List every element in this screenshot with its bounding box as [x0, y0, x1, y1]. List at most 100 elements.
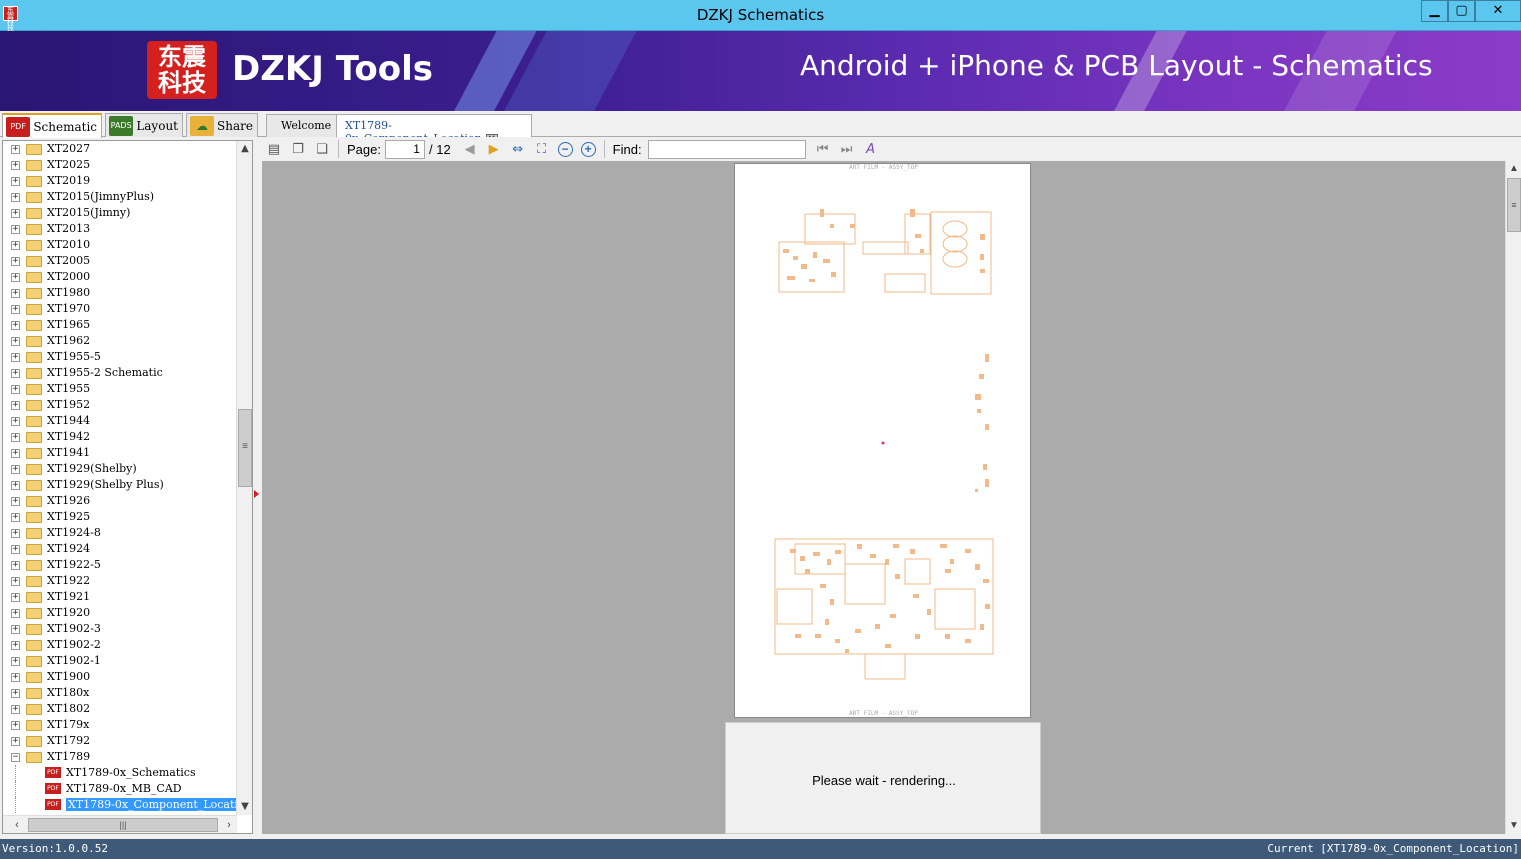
expand-icon[interactable]: +	[11, 241, 20, 250]
tree-folder-item[interactable]: + XT1955	[3, 381, 237, 397]
expand-icon[interactable]: +	[11, 449, 20, 458]
scroll-down-icon[interactable]: ▼	[1506, 818, 1521, 834]
tree-folder-item[interactable]: + XT1920	[3, 605, 237, 621]
expand-icon[interactable]: +	[11, 145, 20, 154]
expand-icon[interactable]: +	[11, 257, 20, 266]
minimize-button[interactable]: ▁	[1421, 0, 1448, 22]
find-next-icon[interactable]: ⏭	[838, 140, 856, 158]
tab-layout[interactable]: PADS Layout	[105, 113, 183, 137]
scroll-right-icon[interactable]: ›	[221, 816, 237, 833]
next-page-icon[interactable]: ▶	[485, 140, 503, 158]
viewer-vertical-scrollbar[interactable]: ▲ ≡ ▼	[1505, 161, 1521, 834]
tab-component-location[interactable]: XT1789-0x_Component_Location✕	[336, 114, 532, 146]
tree-folder-item[interactable]: + XT1792	[3, 733, 237, 749]
scroll-thumb[interactable]: |||	[28, 818, 218, 832]
close-button[interactable]: ✕	[1475, 0, 1521, 22]
find-previous-icon[interactable]: ⏮	[814, 140, 832, 158]
document-viewer[interactable]: ART FILM - ASSY_TOP ART FILM - ASSY_TOP …	[262, 161, 1505, 834]
expand-icon[interactable]: +	[11, 385, 20, 394]
scroll-thumb[interactable]: ≡	[1507, 178, 1521, 232]
expand-icon[interactable]: +	[11, 401, 20, 410]
expand-icon[interactable]: +	[11, 737, 20, 746]
tree-folder-item[interactable]: + XT1970	[3, 301, 237, 317]
tab-share[interactable]: ☁ Share	[186, 113, 258, 137]
fit-page-icon[interactable]: ⛶	[533, 140, 551, 158]
expand-icon[interactable]: +	[11, 545, 20, 554]
tree-file-item[interactable]: PDF XT1789-0x_Schematics	[3, 765, 237, 781]
expand-icon[interactable]: +	[11, 193, 20, 202]
tree-folder-item[interactable]: + XT1802	[3, 701, 237, 717]
page-number-input[interactable]: 1	[384, 139, 425, 159]
expand-icon[interactable]: +	[11, 497, 20, 506]
zoom-in-icon[interactable]: +	[580, 141, 596, 157]
expand-icon[interactable]: +	[11, 513, 20, 522]
tree-folder-item[interactable]: + XT1925	[3, 509, 237, 525]
open-icon[interactable]: ▤	[265, 140, 283, 158]
tree-folder-item[interactable]: + XT1902-2	[3, 637, 237, 653]
expand-icon[interactable]: +	[11, 353, 20, 362]
tree-folder-item[interactable]: + XT1922	[3, 573, 237, 589]
tree-folder-item[interactable]: + XT2013	[3, 221, 237, 237]
tree-folder-item[interactable]: + XT1955-5	[3, 349, 237, 365]
tree-folder-item[interactable]: + XT1926	[3, 493, 237, 509]
collapse-icon[interactable]: −	[11, 753, 20, 762]
tree-folder-item[interactable]: − XT1789	[3, 749, 237, 765]
scroll-thumb[interactable]: ≡	[238, 409, 252, 487]
tab-welcome[interactable]: Welcome	[266, 114, 338, 137]
tree-file-item[interactable]: PDF XT1789-0x_Component_Location	[3, 797, 237, 813]
expand-icon[interactable]: +	[11, 609, 20, 618]
tree-folder-item[interactable]: + XT180x	[3, 685, 237, 701]
tree-folder-item[interactable]: + XT179x	[3, 717, 237, 733]
expand-icon[interactable]: +	[11, 593, 20, 602]
tree-folder-item[interactable]: + XT2019	[3, 173, 237, 189]
tree-folder-item[interactable]: + XT1955-2 Schematic	[3, 365, 237, 381]
pages-icon[interactable]: ❏	[313, 140, 331, 158]
maximize-button[interactable]: ▢	[1448, 0, 1475, 22]
tree-folder-item[interactable]: + XT2027	[3, 141, 237, 157]
tree-folder-item[interactable]: + XT1952	[3, 397, 237, 413]
scroll-up-icon[interactable]: ▲	[237, 141, 252, 157]
expand-icon[interactable]: +	[11, 433, 20, 442]
expand-icon[interactable]: +	[11, 689, 20, 698]
tree-folder-item[interactable]: + XT2025	[3, 157, 237, 173]
tree-folder-item[interactable]: + XT1942	[3, 429, 237, 445]
expand-icon[interactable]: +	[11, 273, 20, 282]
expand-icon[interactable]: +	[11, 561, 20, 570]
match-case-icon[interactable]: A	[862, 140, 880, 158]
tree-folder-item[interactable]: + XT2015(Jimny)	[3, 205, 237, 221]
tree-folder-item[interactable]: + XT1980	[3, 285, 237, 301]
tree-folder-item[interactable]: + XT1929(Shelby Plus)	[3, 477, 237, 493]
scroll-down-icon[interactable]: ▼	[237, 799, 252, 815]
tree-folder-item[interactable]: + XT1902-1	[3, 653, 237, 669]
expand-icon[interactable]: +	[11, 657, 20, 666]
expand-icon[interactable]: +	[11, 705, 20, 714]
expand-icon[interactable]: +	[11, 209, 20, 218]
tree-folder-item[interactable]: + XT1929(Shelby)	[3, 461, 237, 477]
expand-icon[interactable]: +	[11, 321, 20, 330]
tree-folder-item[interactable]: + XT1900	[3, 669, 237, 685]
expand-icon[interactable]: +	[11, 673, 20, 682]
tree-folder-item[interactable]: + XT1924	[3, 541, 237, 557]
tree-folder-item[interactable]: + XT2005	[3, 253, 237, 269]
tree-file-item[interactable]: PDF XT1789-0x_MB_CAD	[3, 781, 237, 797]
tree-folder-item[interactable]: + XT1921	[3, 589, 237, 605]
expand-icon[interactable]: +	[11, 177, 20, 186]
scroll-left-icon[interactable]: ‹	[9, 816, 25, 833]
expand-icon[interactable]: +	[11, 641, 20, 650]
scroll-up-icon[interactable]: ▲	[1506, 161, 1521, 177]
tree-folder-item[interactable]: + XT2010	[3, 237, 237, 253]
tree-folder-item[interactable]: + XT1922-5	[3, 557, 237, 573]
expand-icon[interactable]: +	[11, 337, 20, 346]
expand-icon[interactable]: +	[11, 289, 20, 298]
tree-horizontal-scrollbar[interactable]: ‹ ||| ›	[3, 815, 237, 833]
expand-icon[interactable]: +	[11, 161, 20, 170]
tree-folder-item[interactable]: + XT1965	[3, 317, 237, 333]
expand-icon[interactable]: +	[11, 417, 20, 426]
expand-icon[interactable]: +	[11, 529, 20, 538]
tree-folder-item[interactable]: + XT2015(JimnyPlus)	[3, 189, 237, 205]
find-input[interactable]	[647, 139, 806, 159]
tree-folder-item[interactable]: + XT1902-3	[3, 621, 237, 637]
expand-icon[interactable]: +	[11, 481, 20, 490]
fit-width-icon[interactable]: ⇔	[509, 140, 527, 158]
expand-icon[interactable]: +	[11, 465, 20, 474]
